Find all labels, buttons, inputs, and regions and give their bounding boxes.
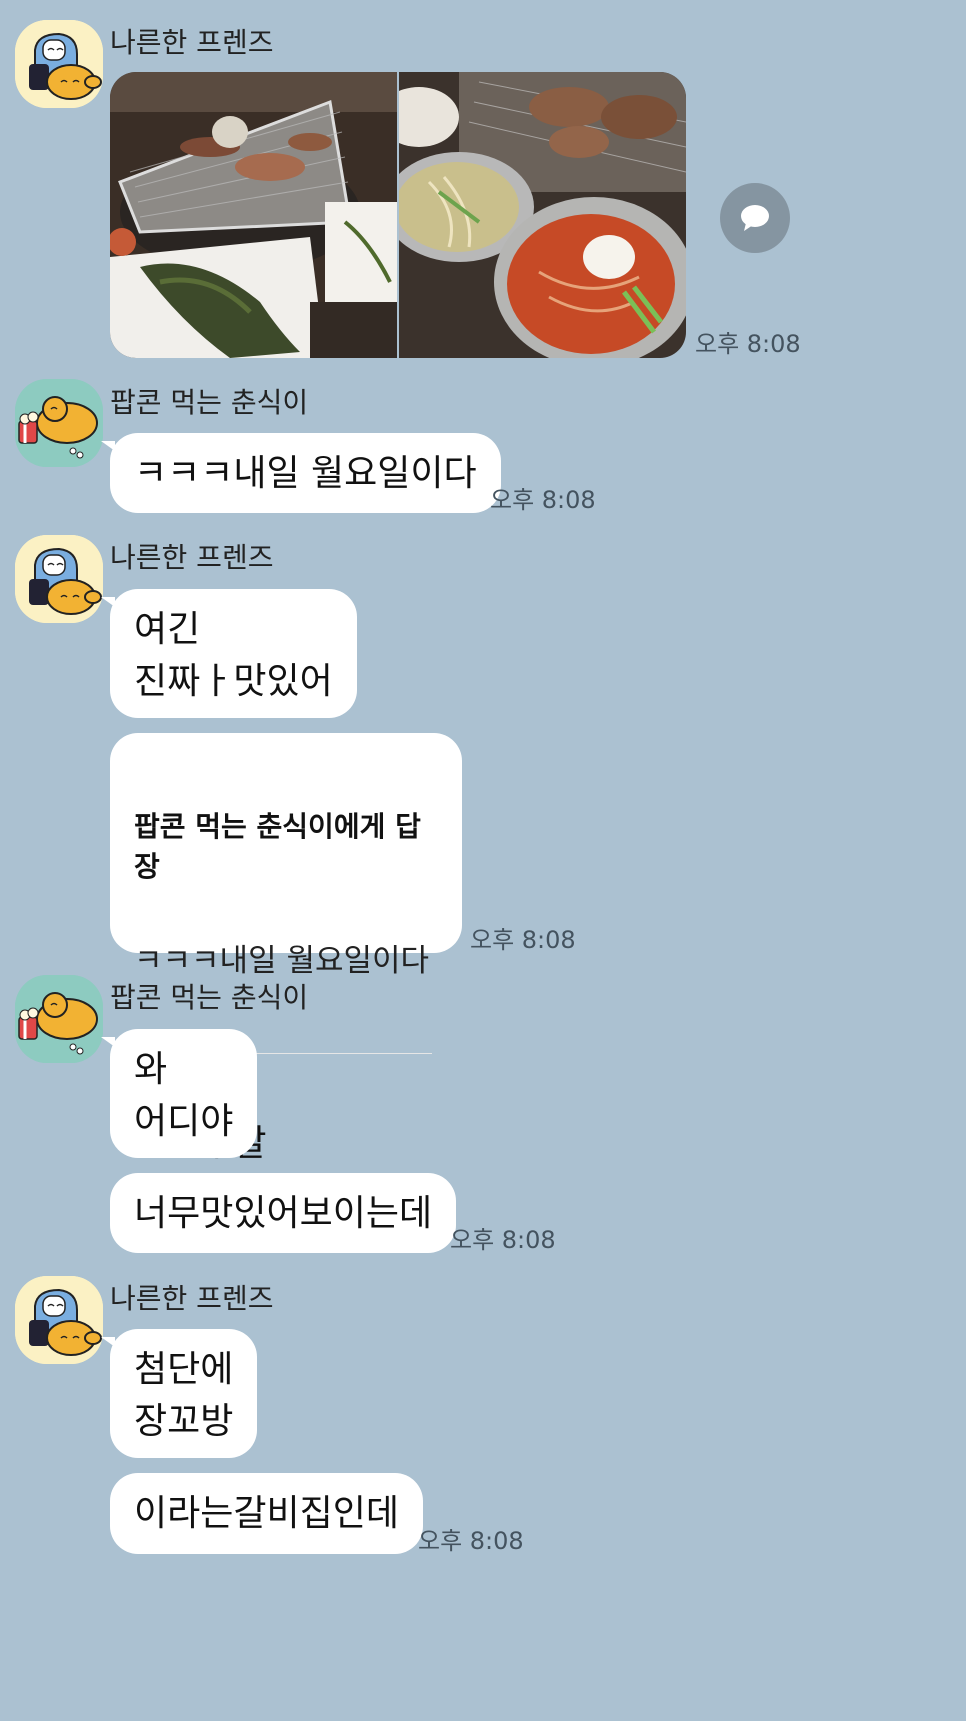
sleepy-friends-avatar-icon xyxy=(15,535,103,623)
share-button[interactable] xyxy=(720,183,790,253)
sender-avatar[interactable] xyxy=(15,20,103,108)
popcorn-choonsik-avatar-icon xyxy=(15,975,103,1063)
reply-target-title: 팝콘 먹는 춘식이에게 답장 xyxy=(134,810,421,883)
reply-bubble[interactable]: 팝콘 먹는 춘식이에게 답장 ㅋㅋㅋ내일 월요일이다 스친주말 xyxy=(110,733,462,1164)
speech-bubble-icon xyxy=(741,205,769,231)
sender-name: 나른한 프렌즈 xyxy=(110,1282,274,1315)
sleepy-friends-avatar-icon xyxy=(15,20,103,108)
photo-grid[interactable] xyxy=(110,72,686,358)
photo-grill[interactable] xyxy=(110,72,397,358)
sleepy-friends-avatar-icon xyxy=(15,1276,103,1364)
grilled-meat-photo xyxy=(110,72,397,358)
message-bubble[interactable]: ㅋㅋㅋ내일 월요일이다 xyxy=(101,433,501,513)
sender-name: 팝콘 먹는 춘식이 xyxy=(110,981,309,1014)
message-bubble[interactable]: 첨단에 장꼬방 xyxy=(100,1329,258,1458)
message-bubble[interactable]: 여긴 진짜ㅏ맛있어 xyxy=(101,589,357,718)
sender-avatar[interactable] xyxy=(15,975,103,1063)
sender-name: 나른한 프렌즈 xyxy=(110,26,274,59)
message-time: 오후 8:08 xyxy=(695,330,801,358)
photo-naengmyeon[interactable] xyxy=(399,72,686,358)
sender-avatar[interactable] xyxy=(15,1276,103,1364)
sender-avatar[interactable] xyxy=(15,379,103,467)
reply-quoted-text: ㅋㅋㅋ내일 월요일이다 xyxy=(134,943,430,979)
message-time: 오후 8:08 xyxy=(450,1226,556,1254)
message-time: 오후 8:08 xyxy=(418,1527,524,1555)
message-bubble[interactable]: 너무맛있어보이는데 xyxy=(110,1173,457,1253)
message-bubble[interactable]: 와 어디야 xyxy=(100,1029,258,1158)
sender-name: 팝콘 먹는 춘식이 xyxy=(110,386,309,419)
message-bubble[interactable]: 이라는갈비집인데 xyxy=(110,1473,423,1554)
sender-name: 나른한 프렌즈 xyxy=(110,541,274,574)
cold-noodle-photo xyxy=(399,72,686,358)
message-time: 오후 8:08 xyxy=(490,486,596,514)
sender-avatar[interactable] xyxy=(15,535,103,623)
message-time: 오후 8:08 xyxy=(470,926,576,954)
popcorn-choonsik-avatar-icon xyxy=(15,379,103,467)
